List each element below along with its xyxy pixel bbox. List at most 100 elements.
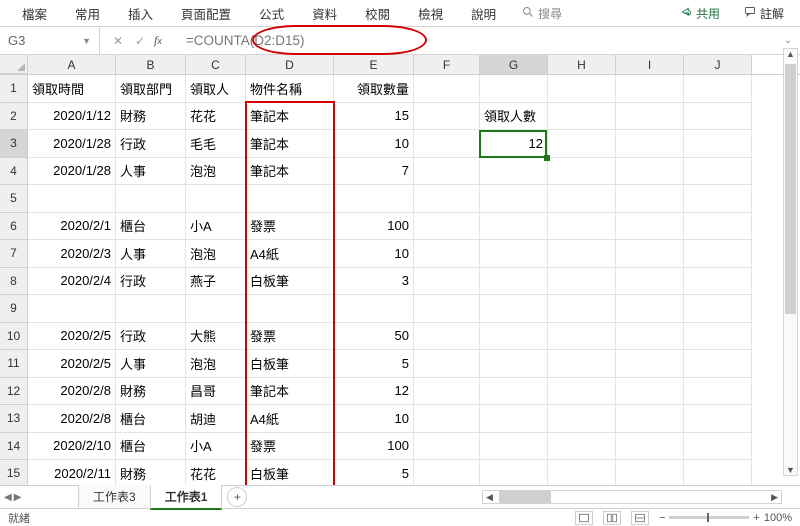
cell-H4[interactable] (548, 158, 616, 186)
cell-H1[interactable] (548, 75, 616, 103)
comment-button[interactable]: 註解 (734, 1, 794, 26)
zoom-slider[interactable] (669, 516, 749, 519)
cell-E15[interactable]: 5 (334, 460, 414, 488)
cell-B10[interactable]: 行政 (116, 323, 186, 351)
cell-F5[interactable] (414, 185, 480, 213)
row-header[interactable]: 2 (0, 103, 28, 131)
cell-E1[interactable]: 領取數量 (334, 75, 414, 103)
cell-C3[interactable]: 毛毛 (186, 130, 246, 158)
col-header-A[interactable]: A (28, 55, 116, 74)
row-header[interactable]: 12 (0, 378, 28, 406)
cell-F1[interactable] (414, 75, 480, 103)
col-header-E[interactable]: E (334, 55, 414, 74)
cell-E10[interactable]: 50 (334, 323, 414, 351)
cell-J9[interactable] (684, 295, 752, 323)
cell-D11[interactable]: 白板筆 (246, 350, 334, 378)
cell-F2[interactable] (414, 103, 480, 131)
ribbon-tab-help[interactable]: 說明 (457, 0, 510, 28)
cell-B5[interactable] (116, 185, 186, 213)
cell-H7[interactable] (548, 240, 616, 268)
cell-E12[interactable]: 12 (334, 378, 414, 406)
row-header[interactable]: 4 (0, 158, 28, 186)
row-header[interactable]: 6 (0, 213, 28, 241)
cell-B11[interactable]: 人事 (116, 350, 186, 378)
cell-I14[interactable] (616, 433, 684, 461)
cell-G5[interactable] (480, 185, 548, 213)
col-header-H[interactable]: H (548, 55, 616, 74)
cell-B6[interactable]: 櫃台 (116, 213, 186, 241)
row-header[interactable]: 9 (0, 295, 28, 323)
zoom-slider-handle[interactable] (707, 513, 709, 522)
ribbon-tab-data[interactable]: 資料 (298, 0, 351, 28)
col-header-B[interactable]: B (116, 55, 186, 74)
sheet-nav-next-icon[interactable]: ▶ (14, 492, 22, 503)
cell-G6[interactable] (480, 213, 548, 241)
col-header-I[interactable]: I (616, 55, 684, 74)
cell-H14[interactable] (548, 433, 616, 461)
view-pagelayout-button[interactable] (603, 511, 621, 525)
cell-C5[interactable] (186, 185, 246, 213)
cell-A11[interactable]: 2020/2/5 (28, 350, 116, 378)
cell-G9[interactable] (480, 295, 548, 323)
cell-E11[interactable]: 5 (334, 350, 414, 378)
cell-C2[interactable]: 花花 (186, 103, 246, 131)
cell-F15[interactable] (414, 460, 480, 488)
row-header[interactable]: 3 (0, 130, 28, 158)
cell-H8[interactable] (548, 268, 616, 296)
cell-J4[interactable] (684, 158, 752, 186)
sheet-nav-prev-icon[interactable]: ◀ (4, 492, 12, 503)
cell-I6[interactable] (616, 213, 684, 241)
cell-G3[interactable]: 12 (480, 130, 548, 158)
cell-C11[interactable]: 泡泡 (186, 350, 246, 378)
cell-J5[interactable] (684, 185, 752, 213)
row-header[interactable]: 8 (0, 268, 28, 296)
cell-D15[interactable]: 白板筆 (246, 460, 334, 488)
row-header[interactable]: 10 (0, 323, 28, 351)
cell-D3[interactable]: 筆記本 (246, 130, 334, 158)
cell-B1[interactable]: 領取部門 (116, 75, 186, 103)
scroll-left-icon[interactable]: ◀ (483, 492, 496, 503)
zoom-out-icon[interactable]: − (659, 512, 665, 524)
cell-H15[interactable] (548, 460, 616, 488)
row-header[interactable]: 5 (0, 185, 28, 213)
cell-D7[interactable]: A4紙 (246, 240, 334, 268)
cell-I7[interactable] (616, 240, 684, 268)
cell-G1[interactable] (480, 75, 548, 103)
cell-J8[interactable] (684, 268, 752, 296)
ribbon-tab-review[interactable]: 校閱 (351, 0, 404, 28)
select-all-corner[interactable] (0, 55, 28, 74)
col-header-G[interactable]: G (480, 55, 548, 74)
cell-B4[interactable]: 人事 (116, 158, 186, 186)
cell-D1[interactable]: 物件名稱 (246, 75, 334, 103)
cell-I10[interactable] (616, 323, 684, 351)
cell-I5[interactable] (616, 185, 684, 213)
cell-A5[interactable] (28, 185, 116, 213)
cell-C15[interactable]: 花花 (186, 460, 246, 488)
cell-B13[interactable]: 櫃台 (116, 405, 186, 433)
spreadsheet-grid[interactable]: A B C D E F G H I J 1領取時間領取部門領取人物件名稱領取數量… (0, 55, 800, 485)
cell-G15[interactable] (480, 460, 548, 488)
cell-H12[interactable] (548, 378, 616, 406)
cell-I1[interactable] (616, 75, 684, 103)
cell-A15[interactable]: 2020/2/11 (28, 460, 116, 488)
col-header-C[interactable]: C (186, 55, 246, 74)
cell-H6[interactable] (548, 213, 616, 241)
cell-H2[interactable] (548, 103, 616, 131)
share-button[interactable]: 共用 (670, 1, 730, 26)
zoom-control[interactable]: − + 100% (659, 512, 792, 524)
row-header[interactable]: 13 (0, 405, 28, 433)
cell-F13[interactable] (414, 405, 480, 433)
ribbon-tab-pagelayout[interactable]: 頁面配置 (167, 0, 245, 28)
cell-E4[interactable]: 7 (334, 158, 414, 186)
cell-G14[interactable] (480, 433, 548, 461)
cell-F4[interactable] (414, 158, 480, 186)
view-normal-button[interactable] (575, 511, 593, 525)
cell-B15[interactable]: 財務 (116, 460, 186, 488)
cell-E2[interactable]: 15 (334, 103, 414, 131)
ribbon-tab-home[interactable]: 常用 (61, 0, 114, 28)
vertical-scrollbar[interactable]: ▲ ▼ (783, 48, 798, 476)
cell-F9[interactable] (414, 295, 480, 323)
cell-C12[interactable]: 昌哥 (186, 378, 246, 406)
sheet-tab-1[interactable]: 工作表1 (150, 485, 223, 510)
cell-B3[interactable]: 行政 (116, 130, 186, 158)
